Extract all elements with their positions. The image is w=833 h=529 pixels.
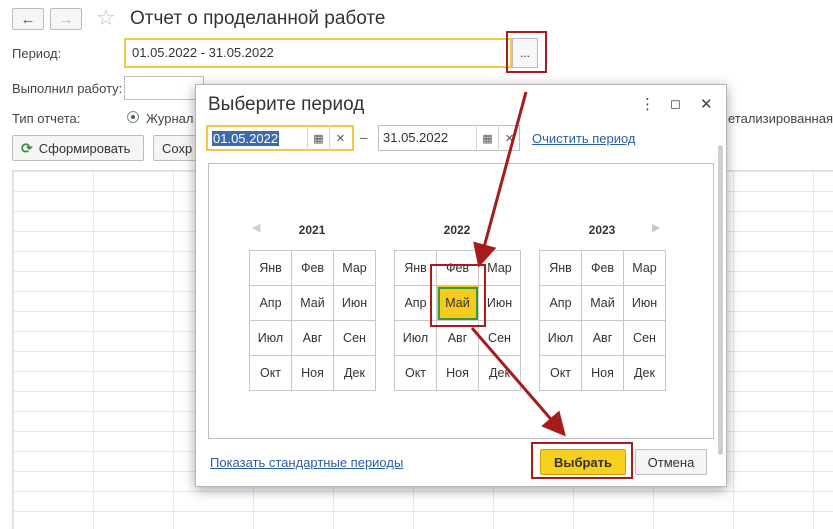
clear-date-to-icon[interactable]: ✕ [498,125,520,151]
month-cell[interactable]: Янв [540,251,582,286]
month-cell[interactable]: Окт [395,356,437,391]
back-button[interactable]: ← [12,8,44,30]
month-cell[interactable]: Май [292,286,334,321]
range-dash: – [360,130,368,145]
month-cell[interactable]: Авг [582,321,624,356]
performer-input[interactable] [124,76,204,100]
month-cell[interactable]: Окт [250,356,292,391]
highlight-select-button-dialog [531,442,633,479]
generate-button[interactable]: ⟳ Сформировать [12,135,144,161]
month-cell[interactable]: Июл [540,321,582,356]
show-standard-periods-link[interactable]: Показать стандартные периоды [210,455,403,470]
month-cell[interactable]: Мар [624,251,666,286]
month-cell[interactable]: Ноя [292,356,334,391]
period-label: Период: [12,46,62,61]
report-type-radio-journal[interactable] [127,111,139,123]
month-cell[interactable]: Ноя [582,356,624,391]
month-grid-2023: Янв Фев Мар Апр Май Июн Июл Авг Сен Окт … [539,250,666,391]
month-cell[interactable]: Окт [540,356,582,391]
highlight-select-button [506,31,547,73]
save-button-label: Сохр [162,140,193,156]
month-cell[interactable]: Июл [250,321,292,356]
clear-period-link[interactable]: Очистить период [532,131,636,146]
period-input[interactable]: 01.05.2022 - 31.05.2022 [124,38,512,68]
period-value: 01.05.2022 - 31.05.2022 [132,45,274,60]
prev-year-icon[interactable]: ◀ [252,221,260,234]
month-cell[interactable]: Дек [479,356,521,391]
month-cell[interactable]: Сен [624,321,666,356]
maximize-icon[interactable]: ◻ [670,96,681,112]
month-cell[interactable]: Сен [334,321,376,356]
performer-label: Выполнил работу: [12,81,123,96]
month-cell[interactable]: Апр [540,286,582,321]
month-cell[interactable]: Апр [250,286,292,321]
refresh-icon: ⟳ [21,139,33,156]
next-year-icon[interactable]: ▶ [652,221,660,234]
month-cell[interactable]: Фев [292,251,334,286]
month-cell[interactable]: Май [582,286,624,321]
month-cell[interactable]: Ноя [437,356,479,391]
clear-date-from-icon[interactable]: ✕ [329,125,351,151]
year-label: 2023 [588,223,616,237]
report-type-label: Тип отчета: [12,111,81,126]
year-label: 2021 [298,223,326,237]
report-type-option-detailed[interactable]: етализированная [728,111,833,126]
month-cell[interactable]: Авг [292,321,334,356]
month-cell[interactable]: Янв [250,251,292,286]
page-title: Отчет о проделанной работе [130,8,386,29]
forward-button[interactable]: → [50,8,82,30]
calendar-icon[interactable]: ▦ [476,125,498,151]
more-menu-icon[interactable]: ⋮ [640,95,655,113]
month-cell[interactable]: Дек [624,356,666,391]
date-to-value: 31.05.2022 [383,130,449,145]
cancel-button[interactable]: Отмена [635,449,707,475]
arrow-right-icon: → [58,10,74,28]
dialog-title: Выберите период [208,94,365,115]
month-cell[interactable]: Мар [334,251,376,286]
date-from-value: 01.05.2022 [212,131,280,146]
month-cell[interactable]: Июн [334,286,376,321]
close-icon[interactable]: ✕ [700,95,713,113]
month-grid-2021: Янв Фев Мар Апр Май Июн Июл Авг Сен Окт … [249,250,376,391]
generate-button-label: Сформировать [38,140,131,156]
highlight-selected-month [430,264,486,327]
year-label: 2022 [443,223,471,237]
calendar-icon[interactable]: ▦ [307,125,329,151]
month-cell[interactable]: Дек [334,356,376,391]
report-type-option-journal[interactable]: Журнал [146,111,193,126]
month-cell[interactable]: Июн [624,286,666,321]
favorite-star-icon[interactable]: ☆ [96,5,116,31]
dialog-scrollbar[interactable] [718,145,723,455]
arrow-left-icon: ← [20,10,36,28]
month-cell[interactable]: Фев [582,251,624,286]
